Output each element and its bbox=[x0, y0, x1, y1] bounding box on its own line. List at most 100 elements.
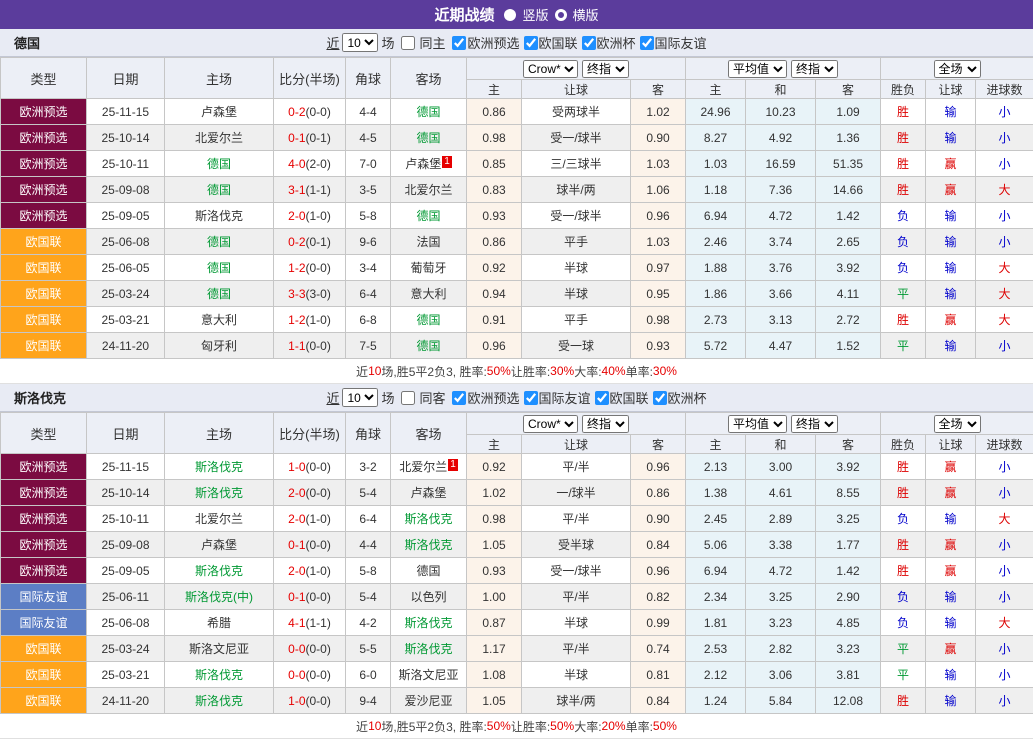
avg-draw-odds: 3.23 bbox=[746, 610, 816, 636]
slovakia-section-header: 斯洛伐克 近 10 场 同客 欧洲预选国际友谊欧国联欧洲杯 bbox=[0, 384, 1033, 412]
crow-home-odds: 1.05 bbox=[467, 688, 522, 714]
vertical-radio[interactable] bbox=[504, 9, 516, 21]
crow-handicap: 球半/两 bbox=[522, 177, 631, 203]
wdl-result: 胜 bbox=[881, 151, 926, 177]
goals-result: 小 bbox=[976, 532, 1033, 558]
home-team: 斯洛伐克 bbox=[165, 662, 274, 688]
summary-segment: 大率: bbox=[574, 718, 601, 735]
bookmaker-select[interactable]: Crow* bbox=[523, 60, 578, 78]
match-count-select[interactable]: 10 bbox=[342, 33, 378, 52]
crow-handicap: 平/半 bbox=[522, 584, 631, 610]
away-team-name: 以色列 bbox=[410, 590, 446, 604]
corner-count: 4-4 bbox=[346, 532, 391, 558]
league-type-badge: 欧洲预选 bbox=[1, 125, 87, 151]
avg-away-odds: 1.52 bbox=[816, 333, 881, 359]
wdl-result: 负 bbox=[881, 229, 926, 255]
team-name: 斯洛伐克 bbox=[14, 388, 66, 407]
summary-segment: 场,胜5平2负3, 胜率: bbox=[381, 363, 486, 380]
final-odds-select-2[interactable]: 终指 bbox=[791, 60, 838, 78]
final-odds-select[interactable]: 终指 bbox=[582, 60, 629, 78]
same-venue-checkbox[interactable] bbox=[401, 391, 415, 405]
crow-away-odds: 0.86 bbox=[631, 480, 686, 506]
halftime-score: (1-0) bbox=[306, 313, 331, 327]
col-crow-away: 客 bbox=[631, 80, 686, 99]
league-checkbox[interactable] bbox=[640, 36, 654, 50]
avg-draw-odds: 3.06 bbox=[746, 662, 816, 688]
wdl-result: 胜 bbox=[881, 99, 926, 125]
col-away: 客场 bbox=[391, 413, 467, 454]
corner-count: 5-4 bbox=[346, 584, 391, 610]
match-date: 25-06-08 bbox=[87, 229, 165, 255]
halftime-score: (3-0) bbox=[306, 287, 331, 301]
col-home: 主场 bbox=[165, 413, 274, 454]
handicap-result: 输 bbox=[926, 610, 976, 636]
match-date: 25-09-05 bbox=[87, 558, 165, 584]
avg-home-odds: 2.46 bbox=[686, 229, 746, 255]
avg-home-odds: 2.34 bbox=[686, 584, 746, 610]
bookmaker-select[interactable]: Crow* bbox=[523, 415, 578, 433]
scope-select[interactable]: 全场 bbox=[934, 60, 981, 78]
league-checkbox[interactable] bbox=[452, 36, 466, 50]
corner-count: 7-0 bbox=[346, 151, 391, 177]
fulltime-score: 0-1 bbox=[288, 538, 305, 552]
horizontal-radio[interactable] bbox=[555, 9, 567, 21]
halftime-score: (1-1) bbox=[306, 183, 331, 197]
match-score: 2-0(1-0) bbox=[274, 203, 346, 229]
league-checkbox[interactable] bbox=[582, 36, 596, 50]
avg-draw-odds: 5.84 bbox=[746, 688, 816, 714]
halftime-score: (1-0) bbox=[306, 209, 331, 223]
scope-select[interactable]: 全场 bbox=[934, 415, 981, 433]
handicap-result: 赢 bbox=[926, 307, 976, 333]
fulltime-score: 4-0 bbox=[288, 157, 305, 171]
avg-home-odds: 1.18 bbox=[686, 177, 746, 203]
away-team-name: 德国 bbox=[416, 131, 440, 145]
away-team-name: 德国 bbox=[416, 209, 440, 223]
home-team-name: 卢森堡 bbox=[201, 105, 237, 119]
away-team: 北爱尔兰 bbox=[391, 177, 467, 203]
match-row: 欧洲预选 25-09-05 斯洛伐克 2-0(1-0) 5-8 德国 0.93 … bbox=[1, 558, 1033, 584]
handicap-result: 赢 bbox=[926, 480, 976, 506]
away-team-name: 德国 bbox=[416, 339, 440, 353]
handicap-result: 赢 bbox=[926, 532, 976, 558]
match-score: 0-0(0-0) bbox=[274, 662, 346, 688]
match-count-select[interactable]: 10 bbox=[342, 388, 378, 407]
col-crow-handicap: 让球 bbox=[522, 80, 631, 99]
home-team: 斯洛伐克 bbox=[165, 558, 274, 584]
average-select[interactable]: 平均值 bbox=[728, 60, 787, 78]
col-avg-draw: 和 bbox=[746, 80, 816, 99]
match-row: 欧国联 25-03-21 意大利 1-2(1-0) 6-8 德国 0.91 平手… bbox=[1, 307, 1033, 333]
league-checkbox[interactable] bbox=[653, 391, 667, 405]
league-checkbox[interactable] bbox=[595, 391, 609, 405]
crow-handicap: 平/半 bbox=[522, 506, 631, 532]
average-select[interactable]: 平均值 bbox=[728, 415, 787, 433]
red-card-badge: 1 bbox=[448, 459, 458, 471]
crow-handicap: 半球 bbox=[522, 610, 631, 636]
halftime-score: (0-0) bbox=[306, 590, 331, 604]
handicap-result: 输 bbox=[926, 688, 976, 714]
crow-handicap: 受一球 bbox=[522, 333, 631, 359]
fulltime-score: 3-3 bbox=[288, 287, 305, 301]
match-score: 2-0(1-0) bbox=[274, 506, 346, 532]
games-label: 场 bbox=[381, 33, 394, 52]
final-odds-select-2[interactable]: 终指 bbox=[791, 415, 838, 433]
halftime-score: (1-1) bbox=[306, 616, 331, 630]
league-checkbox-list: 欧洲预选欧国联欧洲杯国际友谊 bbox=[448, 33, 706, 52]
league-type-badge: 欧洲预选 bbox=[1, 177, 87, 203]
home-team-name: 斯洛伐克 bbox=[195, 694, 243, 708]
avg-away-odds: 3.81 bbox=[816, 662, 881, 688]
match-score: 0-2(0-1) bbox=[274, 229, 346, 255]
league-checkbox[interactable] bbox=[524, 36, 538, 50]
league-checkbox[interactable] bbox=[524, 391, 538, 405]
home-team: 匈牙利 bbox=[165, 333, 274, 359]
bookmaker-group: Crow*终指 bbox=[467, 413, 686, 435]
goals-result: 小 bbox=[976, 558, 1033, 584]
home-team: 德国 bbox=[165, 177, 274, 203]
league-type-badge: 欧洲预选 bbox=[1, 558, 87, 584]
fulltime-score: 0-2 bbox=[288, 235, 305, 249]
away-team-name: 法国 bbox=[416, 235, 440, 249]
slovakia-rows: 欧洲预选 25-11-15 斯洛伐克 1-0(0-0) 3-2 北爱尔兰1 0.… bbox=[1, 454, 1033, 714]
same-venue-checkbox[interactable] bbox=[401, 36, 415, 50]
final-odds-select[interactable]: 终指 bbox=[582, 415, 629, 433]
away-team-name: 德国 bbox=[416, 564, 440, 578]
league-checkbox[interactable] bbox=[452, 391, 466, 405]
